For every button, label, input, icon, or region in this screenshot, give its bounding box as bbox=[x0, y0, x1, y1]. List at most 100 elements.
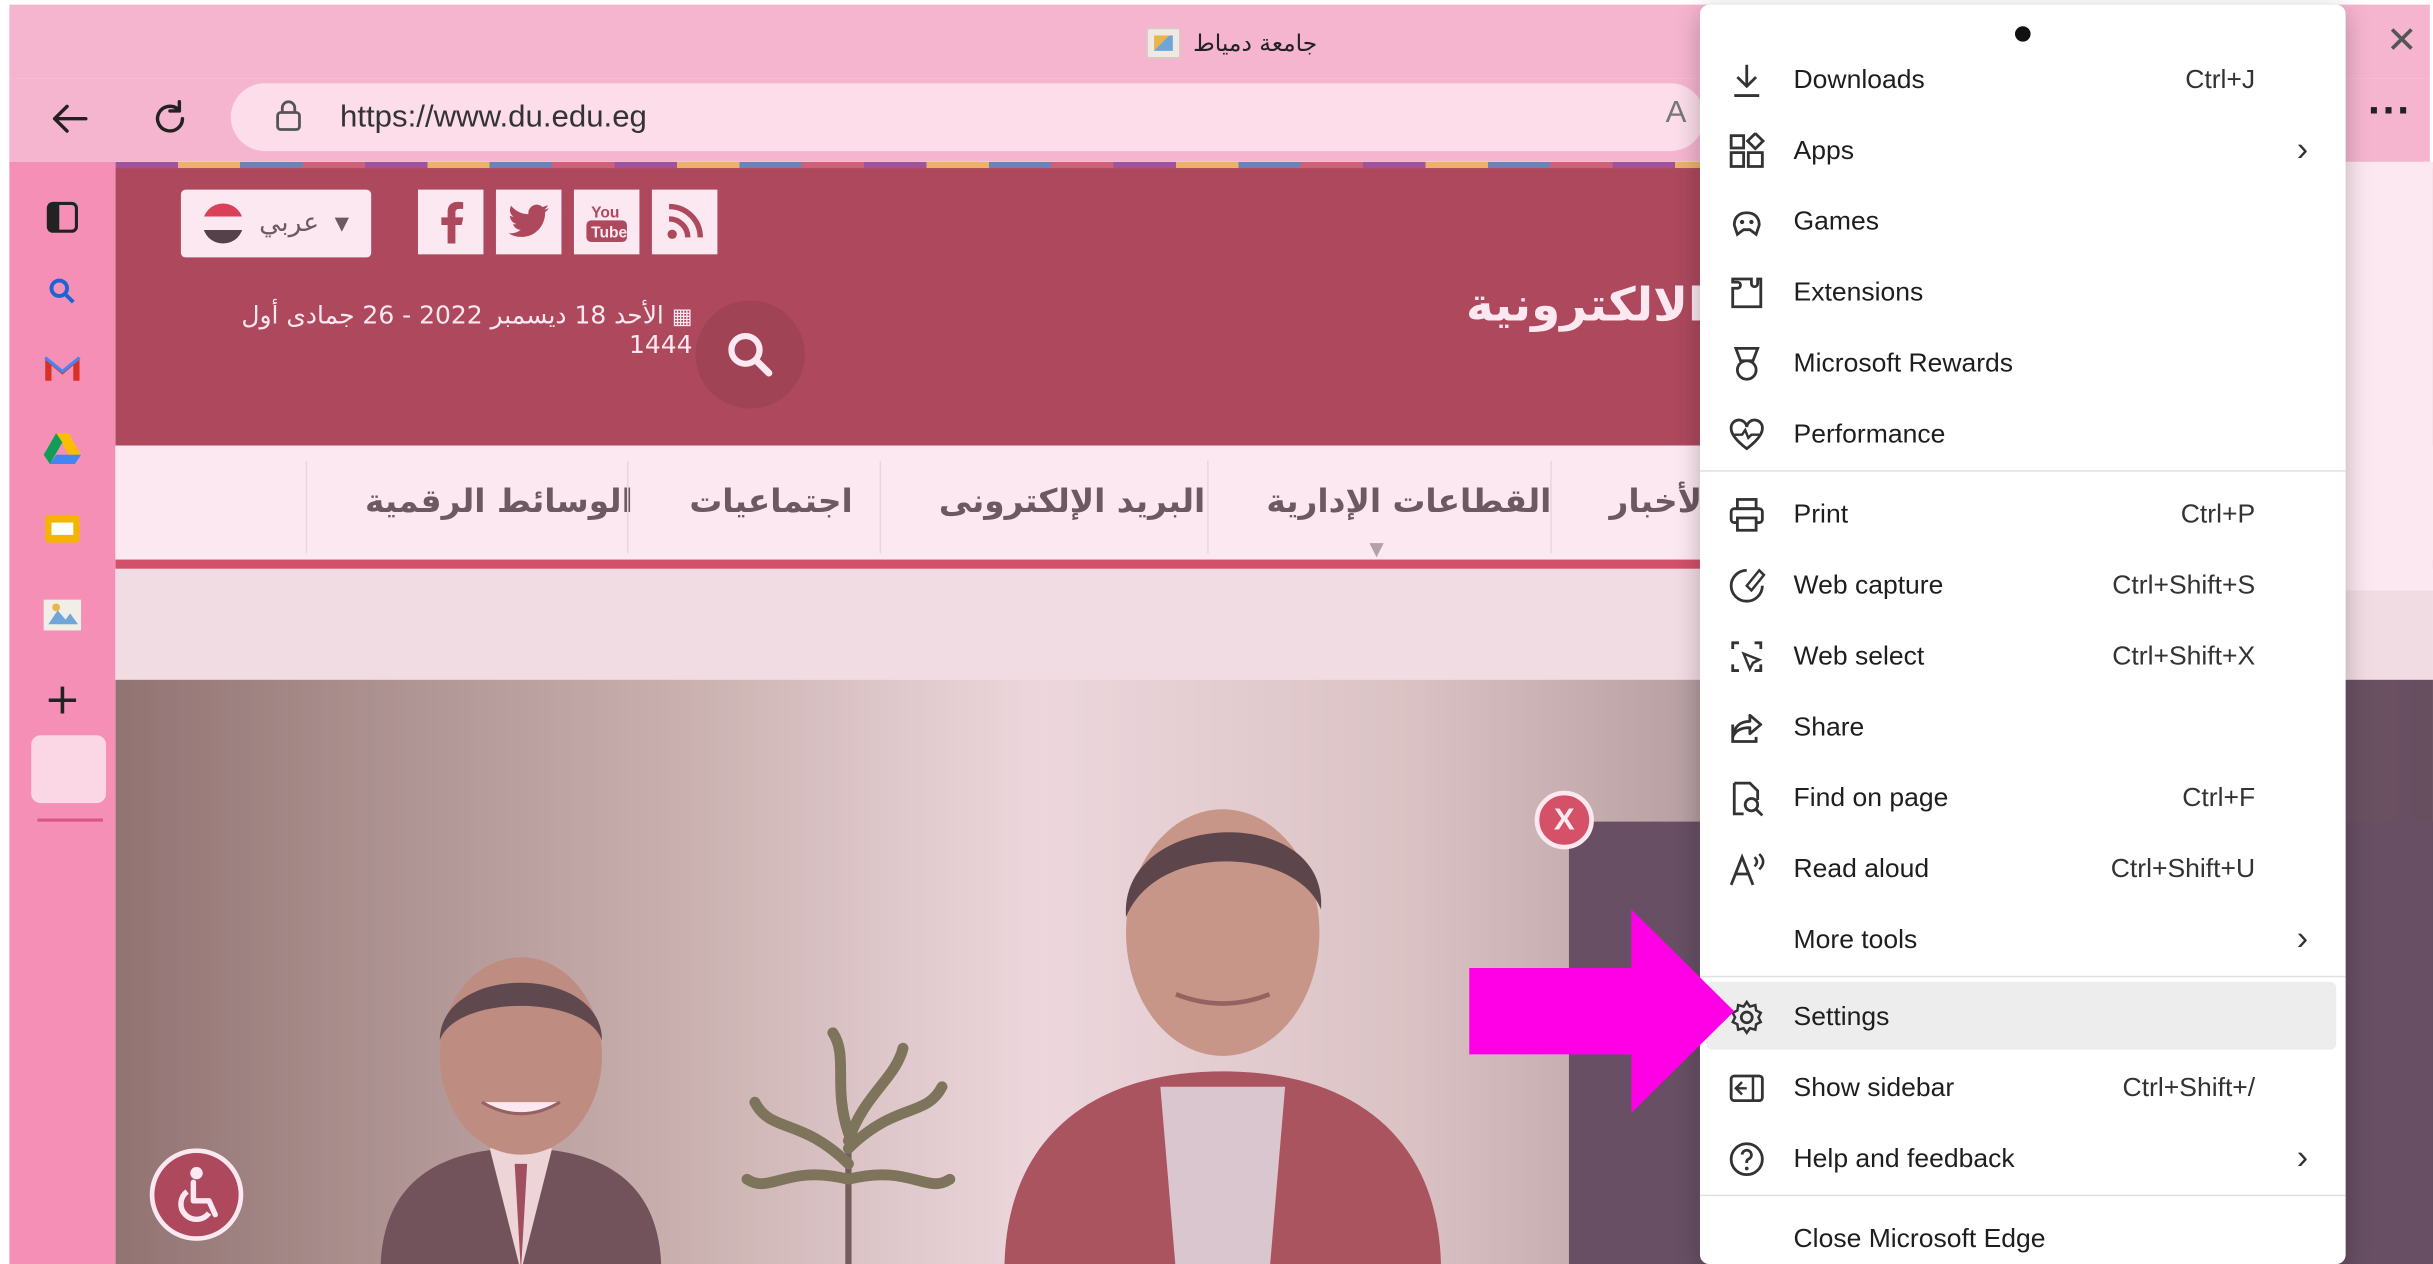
apps-icon bbox=[1729, 132, 1766, 168]
popup-close-button[interactable]: X bbox=[1534, 790, 1594, 850]
current-date: ▦ الأحد 18 ديسمبر 2022 - 26 جمادى أول 14… bbox=[225, 300, 693, 360]
youtube-icon[interactable]: You Tube bbox=[573, 189, 640, 255]
site-favicon-icon bbox=[1146, 27, 1181, 59]
menu-item-label: Apps bbox=[1793, 135, 1854, 165]
annotation-arrow bbox=[1469, 909, 1735, 1113]
university-site-icon[interactable] bbox=[37, 590, 87, 639]
menu-item-more-tools[interactable]: More tools › bbox=[1700, 905, 2346, 976]
magnifier-icon bbox=[728, 332, 773, 377]
menu-item-find-on-page[interactable]: Find on page Ctrl+F bbox=[1700, 763, 2346, 834]
menu-item-label: Extensions bbox=[1793, 277, 1924, 307]
refresh-button[interactable] bbox=[147, 96, 194, 142]
settings-and-more-button[interactable]: ··· bbox=[2363, 95, 2416, 142]
menu-item-label: Show sidebar bbox=[1793, 1072, 1955, 1103]
plant-decoration bbox=[741, 1027, 956, 1264]
menu-item-email[interactable]: البريد الإلكترونى bbox=[939, 482, 1205, 519]
settings-and-more-menu: Downloads Ctrl+J Apps › Games Extensions… bbox=[1699, 4, 2346, 1264]
menu-item-social[interactable]: اجتماعيات bbox=[689, 482, 852, 519]
menu-item-read-aloud[interactable]: Read aloud Ctrl+Shift+U bbox=[1700, 834, 2346, 905]
twitter-icon[interactable] bbox=[495, 189, 562, 255]
refresh-icon bbox=[155, 100, 185, 133]
web-capture-icon bbox=[1729, 568, 1766, 603]
tab-title[interactable]: جامعة دمياط bbox=[1146, 25, 1396, 62]
menu-item-digital-media[interactable]: الوسائط الرقمية bbox=[365, 482, 633, 519]
menu-item-help-and-feedback[interactable]: Help and feedback › bbox=[1700, 1124, 2346, 1195]
window-close-button[interactable]: ✕ bbox=[2380, 18, 2424, 61]
menu-separator bbox=[305, 460, 308, 554]
accessibility-button[interactable] bbox=[149, 1148, 244, 1241]
menu-item-show-sidebar[interactable]: Show sidebar Ctrl+Shift+/ bbox=[1700, 1053, 2346, 1124]
menu-divider bbox=[1699, 470, 2346, 472]
menu-item-settings[interactable]: Settings bbox=[1700, 982, 2346, 1053]
menu-separator bbox=[1550, 460, 1552, 554]
language-selector[interactable]: عربي ▼ bbox=[180, 189, 372, 258]
read-aloud-icon bbox=[1729, 853, 1765, 886]
menu-item-apps[interactable]: Apps › bbox=[1700, 116, 2346, 187]
add-sidebar-item-button[interactable]: + bbox=[37, 673, 87, 724]
edge-sidebar: + bbox=[9, 161, 116, 1264]
menu-divider bbox=[1699, 1194, 2346, 1197]
menu-item-admin-sectors[interactable]: القطاعات الإدارية bbox=[1266, 482, 1551, 519]
chevron-right-icon: › bbox=[2296, 1137, 2309, 1177]
chevron-right-icon: › bbox=[2296, 129, 2309, 169]
screenshot-root: جامعة دمياط ✕ https://www.du.edu.eg A ··… bbox=[0, 0, 2433, 1264]
menu-item-rewards[interactable]: Microsoft Rewards bbox=[1700, 328, 2346, 399]
lock-icon[interactable] bbox=[274, 99, 302, 133]
menu-item-label: Close Microsoft Edge bbox=[1793, 1223, 2046, 1254]
rewards-icon bbox=[1733, 346, 1760, 381]
read-aloud-toolbar-icon[interactable]: A bbox=[1666, 96, 1687, 131]
caret-down-icon: ▼ bbox=[334, 212, 350, 235]
share-icon bbox=[1731, 713, 1763, 743]
menu-item-shortcut: Ctrl+Shift+/ bbox=[2122, 1072, 2256, 1103]
menu-item-downloads[interactable]: Downloads Ctrl+J bbox=[1700, 45, 2346, 116]
menu-item-shortcut: Ctrl+Shift+X bbox=[2112, 641, 2256, 671]
svg-text:Tube: Tube bbox=[591, 224, 627, 241]
language-label: عربي bbox=[259, 208, 320, 239]
gmail-icon[interactable] bbox=[37, 344, 87, 393]
menu-item-news[interactable]: الأخبار bbox=[1610, 482, 1714, 519]
svg-text:You: You bbox=[591, 204, 619, 221]
date-label: الأحد 18 ديسمبر 2022 - 26 جمادى أول 1444 bbox=[241, 300, 693, 360]
person-left bbox=[380, 957, 661, 1264]
menu-item-games[interactable]: Games bbox=[1700, 187, 2346, 258]
menu-item-share[interactable]: Share bbox=[1700, 692, 2346, 763]
back-button[interactable] bbox=[47, 96, 94, 142]
tab-actions-icon[interactable] bbox=[37, 193, 87, 242]
games-icon bbox=[1732, 211, 1761, 237]
menu-item-performance[interactable]: Performance bbox=[1700, 399, 2346, 470]
menu-item-label: Microsoft Rewards bbox=[1793, 348, 2014, 378]
help-icon bbox=[1729, 1142, 1764, 1177]
menu-item-label: Web capture bbox=[1793, 570, 1944, 600]
print-icon bbox=[1729, 498, 1764, 532]
drive-icon[interactable] bbox=[37, 424, 87, 473]
slides-icon[interactable] bbox=[37, 504, 87, 553]
rss-icon[interactable] bbox=[651, 189, 718, 255]
search-icon[interactable] bbox=[37, 267, 87, 316]
sidebar-separator bbox=[37, 818, 103, 822]
menu-separator bbox=[1207, 460, 1209, 554]
menu-scroll-indicator bbox=[2015, 26, 2031, 42]
sidebar-active-site[interactable] bbox=[31, 735, 107, 804]
menu-item-close-edge[interactable]: Close Microsoft Edge bbox=[1700, 1204, 2346, 1264]
menu-item-label: Downloads bbox=[1793, 64, 1925, 95]
url-text[interactable]: https://www.du.edu.eg bbox=[340, 96, 647, 139]
site-search-button[interactable] bbox=[695, 300, 805, 409]
menu-separator bbox=[879, 460, 882, 554]
calendar-icon: ▦ bbox=[671, 305, 693, 330]
menu-item-web-select[interactable]: Web select Ctrl+Shift+X bbox=[1700, 621, 2346, 692]
web-select-icon bbox=[1731, 641, 1763, 673]
performance-icon bbox=[1729, 418, 1764, 451]
egypt-flag-icon bbox=[202, 203, 244, 244]
menu-item-label: Read aloud bbox=[1793, 853, 1930, 884]
menu-item-web-capture[interactable]: Web capture Ctrl+Shift+S bbox=[1700, 550, 2346, 621]
menu-item-label: Find on page bbox=[1793, 783, 1949, 813]
menu-item-label: Games bbox=[1793, 206, 1880, 236]
menu-item-print[interactable]: Print Ctrl+P bbox=[1700, 479, 2346, 550]
facebook-icon[interactable] bbox=[417, 189, 484, 255]
menu-separator bbox=[626, 460, 629, 554]
menu-item-extensions[interactable]: Extensions bbox=[1700, 257, 2346, 328]
menu-divider bbox=[1699, 975, 2346, 978]
chevron-right-icon: › bbox=[2296, 918, 2309, 958]
person-right bbox=[1004, 809, 1441, 1264]
find-icon bbox=[1732, 781, 1764, 817]
